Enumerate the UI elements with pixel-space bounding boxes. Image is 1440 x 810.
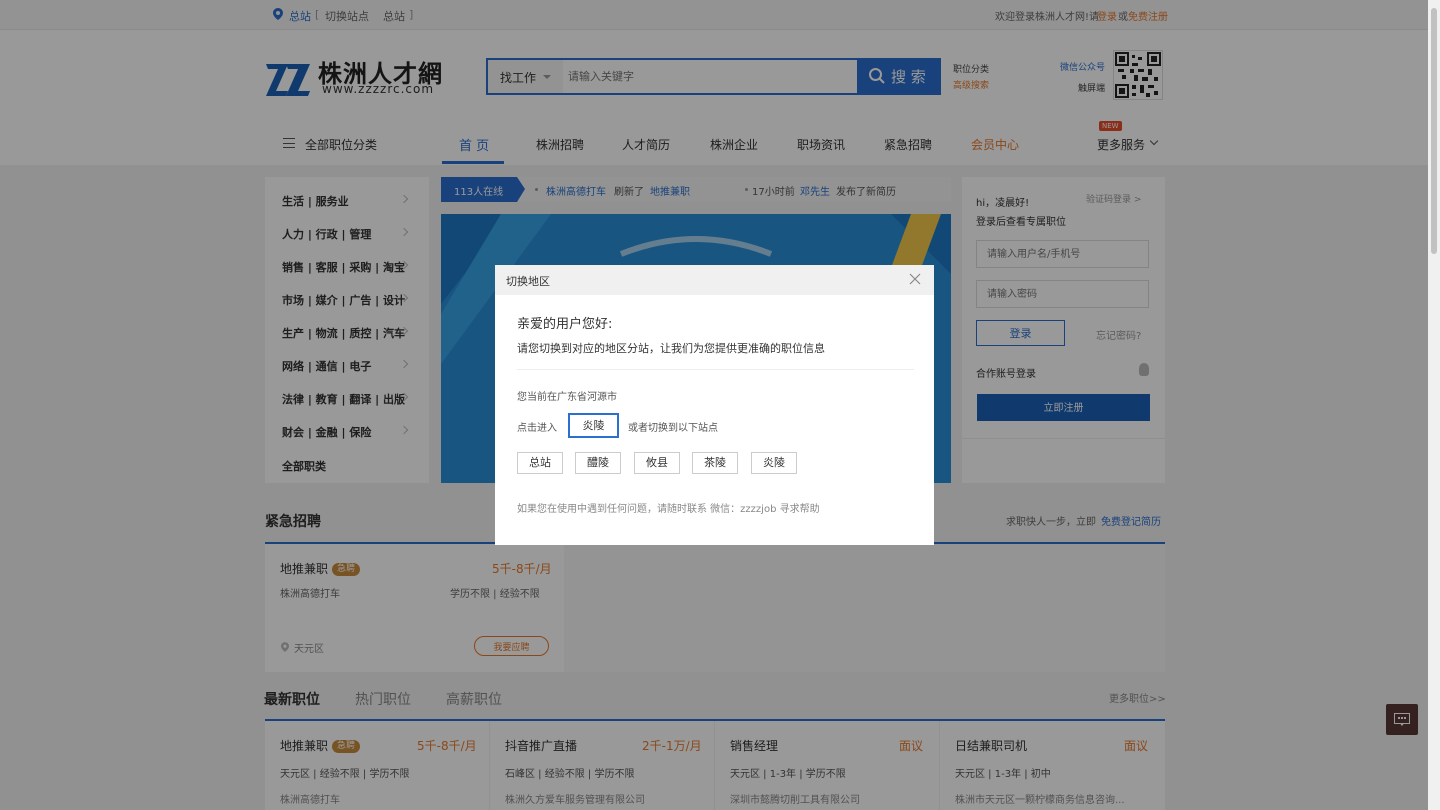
site-button-youxian[interactable]: 攸县 — [634, 452, 680, 474]
current-location-text: 您当前在广东省河源市 — [517, 392, 617, 403]
help-text: 如果您在使用中遇到任何问题，请随时联系 微信：zzzzjob 寻求帮助 — [517, 504, 820, 515]
scrollbar-thumb[interactable] — [1431, 8, 1437, 254]
modal-divider — [517, 369, 914, 370]
site-label: 攸县 — [646, 456, 668, 469]
switch-region-modal: 切换地区 亲爱的用户您好: 请您切换到对应的地区分站，让我们为您提供更准确的职位… — [495, 265, 934, 545]
modal-header: 切换地区 — [495, 265, 934, 295]
site-button-liling[interactable]: 醴陵 — [575, 452, 621, 474]
modal-title: 切换地区 — [506, 275, 550, 288]
site-label: 茶陵 — [704, 456, 726, 469]
suggested-site-button[interactable]: 炎陵 — [568, 413, 619, 438]
suggested-site-label: 炎陵 — [582, 419, 605, 432]
site-label: 醴陵 — [587, 456, 609, 469]
site-label: 总站 — [529, 456, 551, 469]
site-button-headquarters[interactable]: 总站 — [517, 452, 563, 474]
site-button-yanling[interactable]: 炎陵 — [751, 452, 797, 474]
site-button-chaling[interactable]: 茶陵 — [692, 452, 738, 474]
modal-message: 请您切换到对应的地区分站，让我们为您提供更准确的职位信息 — [517, 342, 825, 355]
site-label: 炎陵 — [763, 456, 785, 469]
modal-greeting: 亲爱的用户您好: — [517, 317, 613, 332]
click-enter-label: 点击进入 — [517, 423, 557, 434]
or-switch-label: 或者切换到以下站点 — [628, 423, 718, 434]
close-icon[interactable] — [909, 273, 921, 288]
